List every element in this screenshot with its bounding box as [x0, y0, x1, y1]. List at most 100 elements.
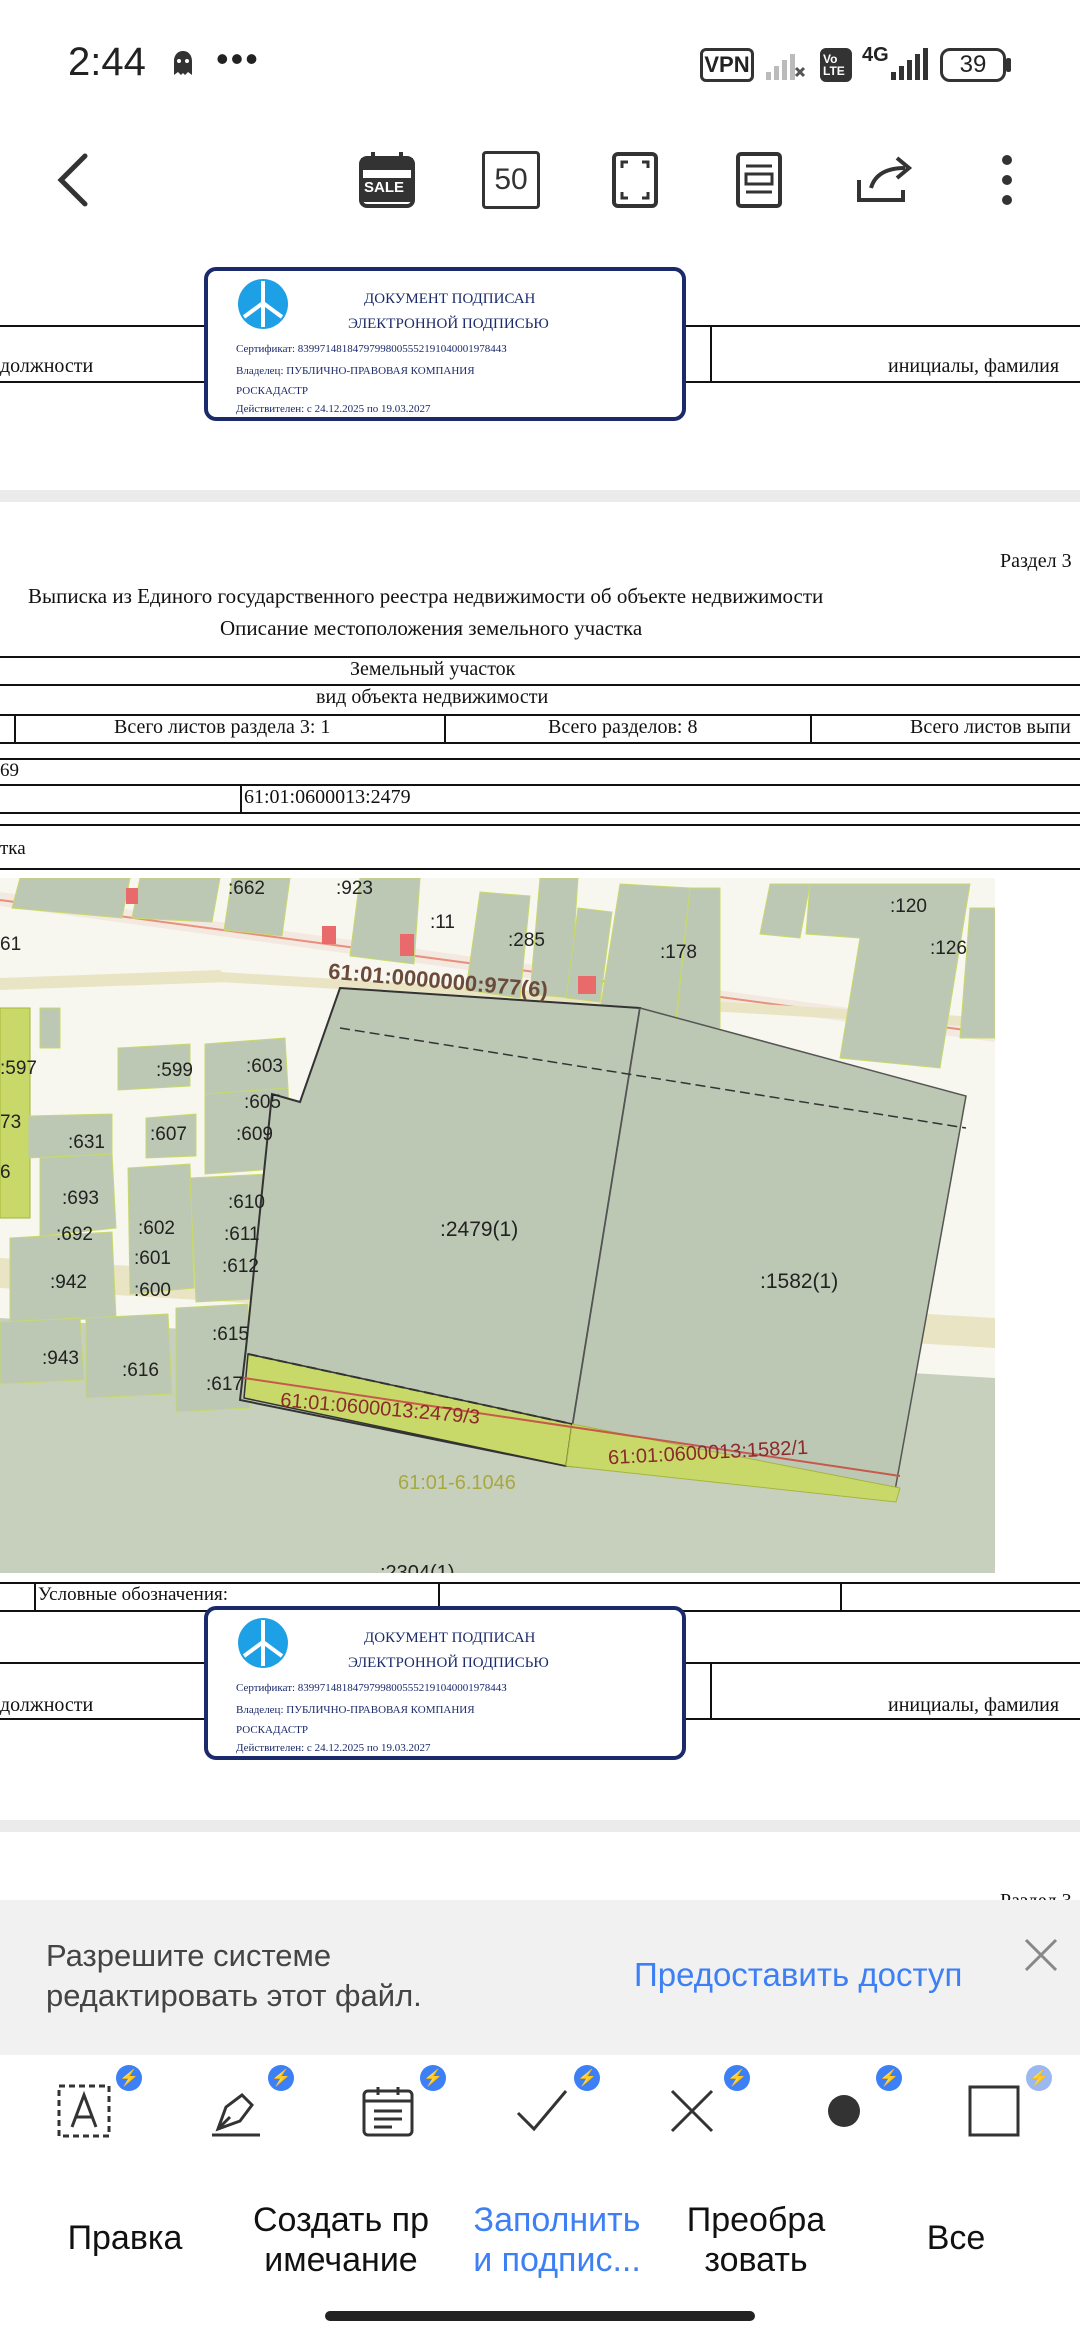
pro-badge-icon: ⚡	[876, 2065, 902, 2091]
map-label: :605	[244, 1092, 281, 1113]
map-zone: 61:01-6.1046	[398, 1472, 516, 1494]
table-line	[0, 758, 1080, 760]
map-label: :178	[660, 942, 697, 963]
legend-label: Условные обозначения:	[38, 1584, 229, 1605]
page-count-button[interactable]: 50	[476, 145, 546, 215]
nav-edit[interactable]: Правка	[40, 2218, 210, 2258]
table-line	[0, 784, 1080, 786]
table-line	[840, 1582, 842, 1610]
map-label: :612	[222, 1256, 259, 1277]
nav-all[interactable]: Все	[876, 2218, 1036, 2258]
stamp-line2: ЭЛЕКТРОННОЙ ПОДПИСЬЮ	[348, 1655, 549, 1671]
e-signature-stamp: ДОКУМЕНТ ПОДПИСАН ЭЛЕКТРОННОЙ ПОДПИСЬЮ С…	[204, 1606, 686, 1760]
text-tool-button[interactable]: ⚡	[56, 2065, 142, 2144]
gesture-handle[interactable]	[325, 2311, 755, 2321]
fullscreen-button[interactable]	[600, 145, 670, 215]
pro-badge-icon: ⚡	[1026, 2065, 1052, 2091]
table-line	[14, 714, 16, 742]
pro-badge-icon: ⚡	[574, 2065, 600, 2091]
sig-left-label: должности	[0, 355, 94, 377]
share-button[interactable]	[850, 145, 920, 215]
pro-badge-icon: ⚡	[420, 2065, 446, 2091]
map-label: :126	[930, 938, 967, 959]
e-signature-stamp: ДОКУМЕНТ ПОДПИСАН ЭЛЕКТРОННОЙ ПОДПИСЬЮ С…	[204, 267, 686, 421]
map-label: 61	[0, 934, 22, 955]
cross-tool-button[interactable]: ⚡	[664, 2065, 750, 2144]
row-fragment: тка	[0, 838, 26, 859]
sig-divider	[710, 1662, 712, 1718]
map-label: :11	[430, 912, 456, 933]
stamp-owner2: РОСКАДАСТР	[236, 385, 309, 397]
close-banner-button[interactable]	[1022, 1936, 1060, 1979]
more-options-button[interactable]	[972, 145, 1042, 215]
map-label: :692	[56, 1224, 93, 1245]
sheets-total: Всего листов выпи	[910, 716, 1071, 738]
map-label: :602	[138, 1218, 175, 1239]
pro-badge-icon: ⚡	[268, 2065, 294, 2091]
dot-icon	[828, 2095, 860, 2127]
fullscreen-icon	[612, 152, 658, 208]
fountain-pen-icon	[212, 2093, 260, 2137]
section-label: Раздел 3	[1000, 550, 1072, 572]
check-tool-button[interactable]: ⚡	[514, 2065, 600, 2144]
map-label: :631	[68, 1132, 105, 1153]
map-bottom-label: :2304(1)	[380, 1562, 455, 1573]
doc-subtitle: Описание местоположения земельного участ…	[220, 616, 643, 640]
annotation-toolbar: ⚡ ⚡ ⚡ ⚡ ⚡ ⚡ ⚡	[0, 2055, 1080, 2175]
pro-badge-icon: ⚡	[116, 2065, 142, 2091]
nav-fill-and-sign[interactable]: Заполнить и подпис...	[462, 2200, 652, 2280]
cadastral-map: 61:01:0000000:977(6) :2479(1) :1582(1) 6…	[0, 878, 995, 1573]
sale-button[interactable]: SALE	[352, 145, 422, 215]
more-vertical-icon	[1002, 155, 1012, 205]
rectangle-tool-button[interactable]: ⚡	[966, 2065, 1052, 2144]
map-label: :693	[62, 1188, 99, 1209]
object-caption: вид объекта недвижимости	[316, 686, 549, 708]
page-layout-icon	[736, 152, 782, 208]
map-label: :285	[508, 930, 545, 951]
volte-icon: Vo LTE	[820, 48, 852, 82]
map-label: :943	[42, 1348, 79, 1369]
stamp-owner2: РОСКАДАСТР	[236, 1724, 309, 1736]
page-count: 50	[482, 151, 540, 209]
sig-divider	[710, 325, 712, 381]
map-label: :923	[336, 878, 373, 899]
row-number: 69	[0, 760, 19, 781]
nav-convert[interactable]: Преобра зовать	[676, 2200, 836, 2280]
stamp-owner: Владелец: ПУБЛИЧНО-ПРАВОВАЯ КОМПАНИЯ	[236, 1704, 475, 1716]
pen-tool-button[interactable]: ⚡	[208, 2065, 294, 2144]
pro-badge-icon: ⚡	[724, 2065, 750, 2091]
doc-title: Выписка из Единого государственного реес…	[28, 584, 824, 608]
permission-banner: Разрешите системе редактировать этот фай…	[0, 1900, 1080, 2055]
map-label: :662	[228, 878, 265, 899]
stamp-valid: Действителен: с 24.12.2025 по 19.03.2027	[236, 403, 431, 415]
nav-create-note[interactable]: Создать пр имечание	[246, 2200, 436, 2280]
table-line	[810, 714, 812, 742]
cross-icon	[670, 2089, 714, 2133]
table-line	[0, 868, 1080, 870]
stamp-line2: ЭЛЕКТРОННОЙ ПОДПИСЬЮ	[348, 316, 549, 332]
table-line	[0, 656, 1080, 658]
cadastral-number: 61:01:0600013:2479	[244, 786, 411, 808]
sig-right-label: инициалы, фамилия	[888, 1694, 1060, 1716]
table-line	[0, 742, 1080, 744]
form-tool-button[interactable]: ⚡	[360, 2065, 446, 2144]
sig-left-label: должности	[0, 1694, 94, 1716]
map-label: :617	[206, 1374, 243, 1395]
dot-tool-button[interactable]: ⚡	[816, 2065, 902, 2144]
roskadastr-logo-icon	[238, 279, 288, 329]
stamp-line1: ДОКУМЕНТ ПОДПИСАН	[364, 291, 536, 307]
reader-mode-button[interactable]	[724, 145, 794, 215]
text-box-icon	[57, 2084, 111, 2138]
back-button[interactable]	[38, 145, 108, 215]
battery-icon: 39	[940, 48, 1006, 82]
battery-tip	[1006, 58, 1011, 72]
map-label: :597	[0, 1058, 37, 1079]
map-label: :601	[134, 1248, 171, 1269]
grant-access-button[interactable]: Предоставить доступ	[634, 1956, 962, 1994]
table-line	[240, 784, 242, 812]
sig-right-label: инициалы, фамилия	[888, 355, 1060, 377]
clock: 2:44	[68, 40, 146, 84]
close-icon	[1024, 1938, 1058, 1972]
map-label: :611	[224, 1224, 260, 1245]
signal-x-icon	[764, 48, 806, 87]
